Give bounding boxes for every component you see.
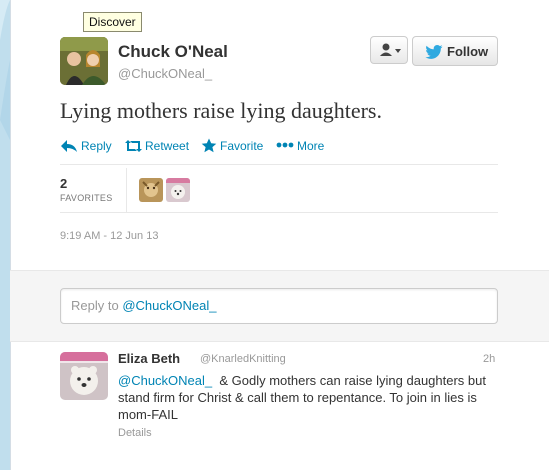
twitter-bird-icon bbox=[425, 45, 443, 59]
reply-input-prefix: Reply to bbox=[71, 298, 123, 313]
more-action-label: More bbox=[297, 139, 325, 153]
reply-action-label: Reply bbox=[81, 139, 112, 153]
reply-action[interactable]: Reply bbox=[60, 138, 120, 154]
tooltip-discover: Discover bbox=[83, 12, 142, 32]
reply-mention[interactable]: @ChuckONeal_ bbox=[118, 373, 212, 388]
follow-button-label: Follow bbox=[447, 44, 489, 59]
divider-top bbox=[60, 164, 498, 165]
divider-bottom bbox=[60, 212, 498, 213]
retweet-action[interactable]: Retweet bbox=[124, 138, 196, 154]
favorites-label: FAVORITES bbox=[60, 193, 113, 203]
stats-divider bbox=[126, 168, 127, 212]
author-screen-name[interactable]: @ChuckONeal_ bbox=[118, 66, 212, 81]
reply-author-avatar[interactable] bbox=[60, 352, 108, 400]
reply-icon bbox=[61, 140, 77, 152]
tweet-text: Lying mothers raise lying daughters. bbox=[60, 98, 382, 123]
user-actions-dropdown[interactable] bbox=[370, 36, 408, 64]
reply-text: @ChuckONeal_ & Godly mothers can raise l… bbox=[118, 372, 508, 423]
author-fullname[interactable]: Chuck O'Neal bbox=[118, 42, 228, 62]
reply-author-name[interactable]: Eliza Beth bbox=[118, 351, 180, 366]
retweet-action-label: Retweet bbox=[145, 139, 190, 153]
author-avatar[interactable] bbox=[60, 37, 108, 85]
reply-details-link[interactable]: Details bbox=[118, 427, 152, 439]
reply-author-handle[interactable]: @KnarledKnitting bbox=[200, 353, 286, 365]
reply-input-mention: @ChuckONeal_ bbox=[122, 298, 217, 313]
favorites-count[interactable]: 2 bbox=[60, 176, 67, 191]
favoriter-avatar[interactable] bbox=[166, 178, 190, 202]
tweet-timestamp[interactable]: 9:19 AM - 12 Jun 13 bbox=[60, 230, 158, 242]
favoriter-avatar[interactable] bbox=[139, 178, 163, 202]
more-action[interactable]: More bbox=[276, 138, 336, 154]
retweet-icon bbox=[125, 140, 142, 152]
favorite-action-label: Favorite bbox=[220, 139, 264, 153]
follow-button[interactable]: Follow bbox=[412, 36, 498, 66]
reply-time[interactable]: 2h bbox=[483, 353, 495, 365]
reply-input[interactable]: Reply to @ChuckONeal_ bbox=[60, 288, 498, 324]
user-icon bbox=[380, 43, 401, 56]
more-dots-icon bbox=[276, 142, 294, 148]
favorite-action[interactable]: Favorite bbox=[201, 138, 273, 154]
star-icon bbox=[201, 138, 217, 153]
